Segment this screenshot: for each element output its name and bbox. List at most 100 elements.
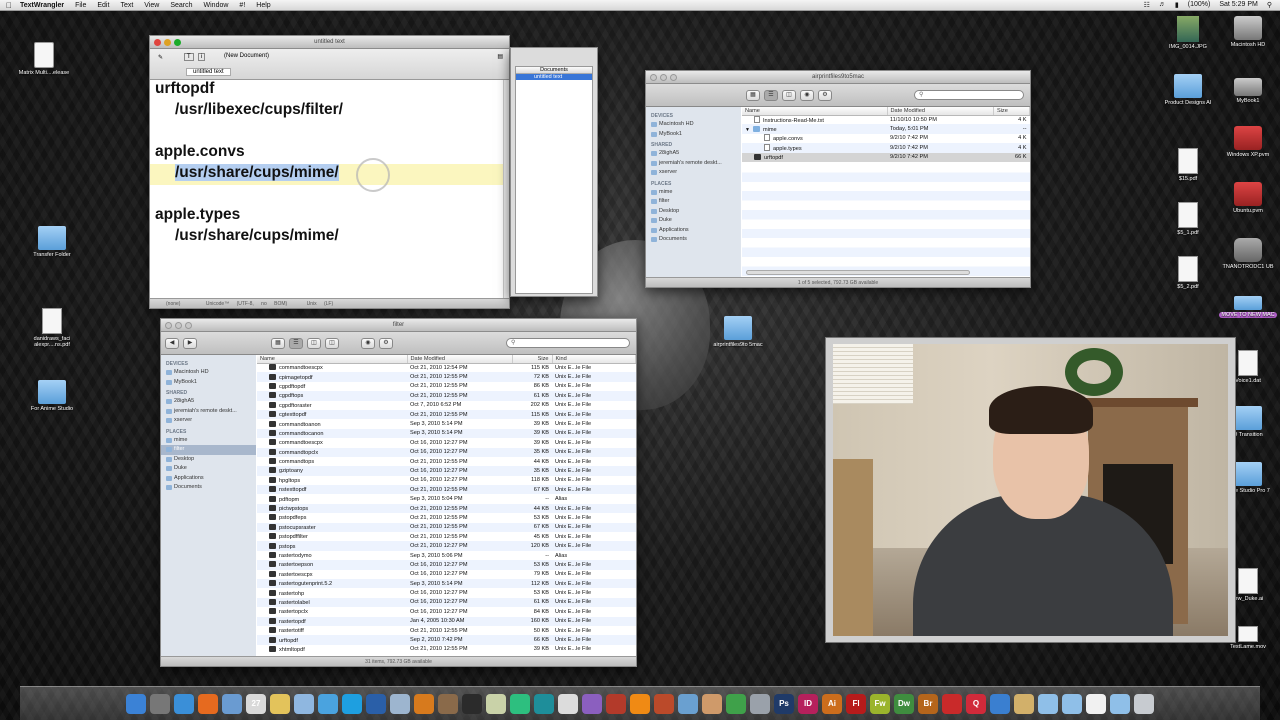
menu-view[interactable]: View (144, 2, 159, 9)
dock-firefox-icon[interactable] (198, 693, 218, 714)
back-button[interactable]: ◀ (165, 337, 179, 349)
dock-folder-1-icon[interactable] (1038, 693, 1058, 714)
table-row[interactable]: pictwpstops Oct 21, 2010 12:55 PM 44 KB Uni… (257, 503, 636, 514)
dock-fl-icon[interactable]: Fl (846, 693, 866, 714)
table-row[interactable]: rastertolabel Oct 16, 2010 12:27 PM 61 KB U… (257, 597, 636, 608)
vertical-scrollbar[interactable] (503, 80, 509, 298)
sidebar-item-documents[interactable]: Documents (161, 483, 256, 493)
desktop-icon-transfer-folder[interactable]: Transfer Folder (18, 226, 86, 258)
minimize-button[interactable] (175, 322, 182, 329)
table-row[interactable]: apple.types 9/2/10 7:42 PM 4 K (742, 143, 1030, 153)
column-view-button[interactable]: ◫ (782, 89, 796, 101)
info-icon[interactable]: i (198, 53, 206, 61)
sidebar-item-filter[interactable]: filter (161, 445, 256, 455)
sidebar-item-mybook1[interactable]: MyBook1 (161, 378, 256, 388)
list-view-button[interactable]: ☰ (289, 337, 303, 349)
column-header-date[interactable]: Date Modified (887, 107, 994, 116)
desktop-icon-5-2pdf[interactable]: $5_2.pdf (1154, 256, 1222, 290)
sidebar-item-mime[interactable]: mime (161, 436, 256, 446)
desktop-icon-ubuntu[interactable]: Ubuntu.pvm (1214, 182, 1280, 214)
status-encoding[interactable]: Unicode™ (UTF-8, no BOM) (206, 301, 287, 307)
clock[interactable]: Sat 5:29 PM (1219, 1, 1258, 9)
spotlight-icon[interactable]: ⚲ (1267, 1, 1272, 9)
table-row[interactable]: rastertopclx Oct 16, 2010 12:27 PM 84 KB Un… (257, 607, 636, 616)
dock-aquamacs-icon[interactable] (510, 693, 530, 714)
close-button[interactable] (154, 39, 161, 46)
text-options-icon[interactable]: T (184, 53, 194, 61)
dock-document-icon[interactable] (1086, 693, 1106, 714)
text-editor[interactable]: urftopdf /usr/libexec/cups/filter/ apple… (150, 80, 503, 298)
column-header-kind[interactable]: Kind (552, 355, 636, 364)
table-row[interactable]: cgpdftopdf Oct 21, 2010 12:55 PM 86 KB Unix… (257, 382, 636, 391)
menu-app[interactable]: TextWrangler (20, 2, 64, 9)
drawer-item[interactable]: untitled text (516, 74, 592, 80)
table-row[interactable]: rastertotiff Oct 21, 2010 12:55 PM 50 KB Un… (257, 626, 636, 635)
desktop-icon-macintosh-hd[interactable]: Macintosh HD (1214, 16, 1280, 48)
table-row[interactable]: pstopdffilter Oct 21, 2010 12:55 PM 45 KB U… (257, 532, 636, 541)
sidebar-item-mybook1[interactable]: MyBook1 (646, 130, 741, 140)
table-row[interactable]: commandtocanon Sep 3, 2010 5:14 PM 39 KB Un… (257, 428, 636, 439)
sidebar-item-macintosh-hd[interactable]: Macintosh HD (161, 368, 256, 378)
disclosure-triangle-icon[interactable]: ▼ (745, 127, 750, 133)
column-header-name[interactable]: Name (742, 107, 888, 116)
dock-bridge-icon[interactable] (750, 693, 770, 714)
dock-notes-icon[interactable] (270, 693, 290, 714)
table-row[interactable]: pstopdfeps Oct 21, 2010 12:55 PM 53 KB Unix… (257, 513, 636, 522)
textwrangler-titlebar[interactable]: untitled text (150, 36, 509, 49)
table-row[interactable]: rastertogutenprint.5.2 Sep 3, 2010 5:14 P… (257, 578, 636, 589)
dock-itunes-icon[interactable] (294, 693, 314, 714)
volume-icon[interactable]: ♬ (1159, 1, 1166, 9)
dock-dw-icon[interactable]: Dw (894, 693, 914, 714)
table-row[interactable]: commandtops Oct 21, 2010 12:55 PM 44 KB Uni… (257, 457, 636, 466)
zoom-button[interactable] (670, 74, 677, 81)
dock-acrobat-icon[interactable] (942, 693, 962, 714)
table-row-selected[interactable]: urftopdf 9/2/10 7:42 PM 66 K (742, 152, 1030, 162)
menu-text[interactable]: Text (120, 2, 133, 9)
menu-edit[interactable]: Edit (97, 2, 109, 9)
table-row[interactable]: pstocupsraster Oct 21, 2010 12:55 PM 67 KB… (257, 522, 636, 533)
menu-search[interactable]: Search (170, 2, 192, 9)
dock-fw-icon[interactable]: Fw (870, 693, 890, 714)
status-language[interactable]: (none) (166, 301, 180, 307)
table-row[interactable]: Instructions-Read-Me.txt 11/10/10 10:50 … (742, 115, 1030, 124)
dock-phpstorm-icon[interactable] (582, 693, 602, 714)
desktop-icon-15pdf[interactable]: $15.pdf (1154, 148, 1222, 182)
dock-safari-icon[interactable] (174, 693, 194, 714)
table-row[interactable]: hpgltops Oct 16, 2010 12:27 PM 118 KB Unix … (257, 476, 636, 485)
action-gear-icon[interactable]: ⚙ (818, 89, 832, 101)
dock-system-prefs-icon[interactable] (150, 693, 170, 714)
status-line-endings[interactable]: Unix (LF) (307, 301, 334, 307)
dock-pencil-icon[interactable] (678, 693, 698, 714)
desktop-icon-danidraws[interactable]: danidraws_faci alexpr....ns.pdf (18, 308, 86, 348)
quicklook-icon[interactable]: ◉ (361, 337, 375, 349)
table-row[interactable]: commandtoescpx Oct 16, 2010 12:27 PM 39 KB… (257, 438, 636, 447)
sidebar-item-desktop[interactable]: Desktop (646, 207, 741, 217)
dock-ai-icon[interactable]: Ai (822, 693, 842, 714)
close-button[interactable] (165, 322, 172, 329)
column-header-name[interactable]: Name (257, 355, 408, 364)
dock-finder-icon[interactable] (126, 693, 146, 714)
dock-arduino-icon[interactable] (534, 693, 554, 714)
table-row[interactable]: cpimagetopdf Oct 21, 2010 12:55 PM 72 KB Un… (257, 372, 636, 382)
dock-trash-icon[interactable] (1134, 693, 1154, 714)
table-row[interactable]: gziptoany Oct 16, 2010 12:27 PM 35 KB Unix … (257, 466, 636, 476)
table-row[interactable]: commandtoanon Sep 3, 2010 5:14 PM 39 KB Uni… (257, 419, 636, 428)
dock-folder-2-icon[interactable] (1062, 693, 1082, 714)
icon-view-button[interactable]: ▦ (271, 337, 285, 349)
minimize-button[interactable] (660, 74, 667, 81)
column-header-size[interactable]: Size (993, 107, 1030, 116)
dock-blender-icon[interactable] (414, 693, 434, 714)
dock-mail-icon[interactable] (390, 693, 410, 714)
menu-file[interactable]: File (75, 2, 86, 9)
sidebar-item-applications[interactable]: Applications (161, 474, 256, 484)
dock-textwrangler-icon[interactable] (486, 693, 506, 714)
table-row[interactable]: rastertodymo Sep 3, 2010 5:06 PM -- Alias (257, 551, 636, 560)
split-icon[interactable]: ▤ (497, 53, 503, 60)
finder-titlebar[interactable]: filter (161, 319, 636, 332)
dock-ical-icon[interactable]: 27 (246, 693, 266, 714)
battery-icon[interactable]: ▮ (1175, 1, 1179, 9)
table-row[interactable]: rastertoescpx Oct 16, 2010 12:27 PM 79 KB U… (257, 570, 636, 579)
list-view-button[interactable]: ☰ (764, 89, 778, 101)
action-gear-icon[interactable]: ⚙ (379, 337, 393, 349)
table-row[interactable]: xhtmltopdf Oct 21, 2010 12:55 PM 39 KB Unix… (257, 645, 636, 654)
